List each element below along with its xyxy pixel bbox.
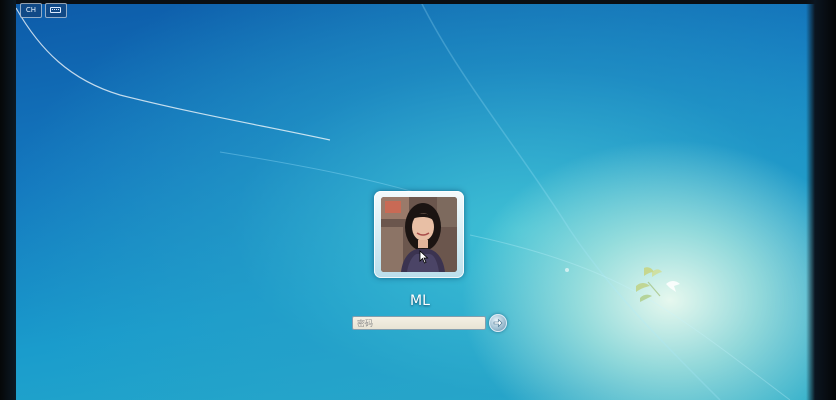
submit-arrow-button[interactable] [489, 314, 507, 332]
monitor-bezel-top [0, 0, 836, 4]
language-indicator-button[interactable]: CH [20, 3, 42, 18]
keyboard-icon [50, 7, 61, 13]
bird-logo-icon [636, 267, 680, 302]
language-indicator-label: CH [25, 6, 37, 14]
user-tile[interactable] [374, 191, 464, 278]
mouse-pointer-icon [419, 250, 429, 264]
monitor-bezel-right [806, 0, 836, 400]
username-label: ML [410, 293, 430, 309]
logon-screen: CH ML [0, 0, 836, 400]
password-input[interactable] [352, 316, 486, 330]
arrow-right-icon [493, 318, 503, 328]
keyboard-button[interactable] [45, 3, 67, 18]
monitor-bezel-left [0, 0, 16, 400]
